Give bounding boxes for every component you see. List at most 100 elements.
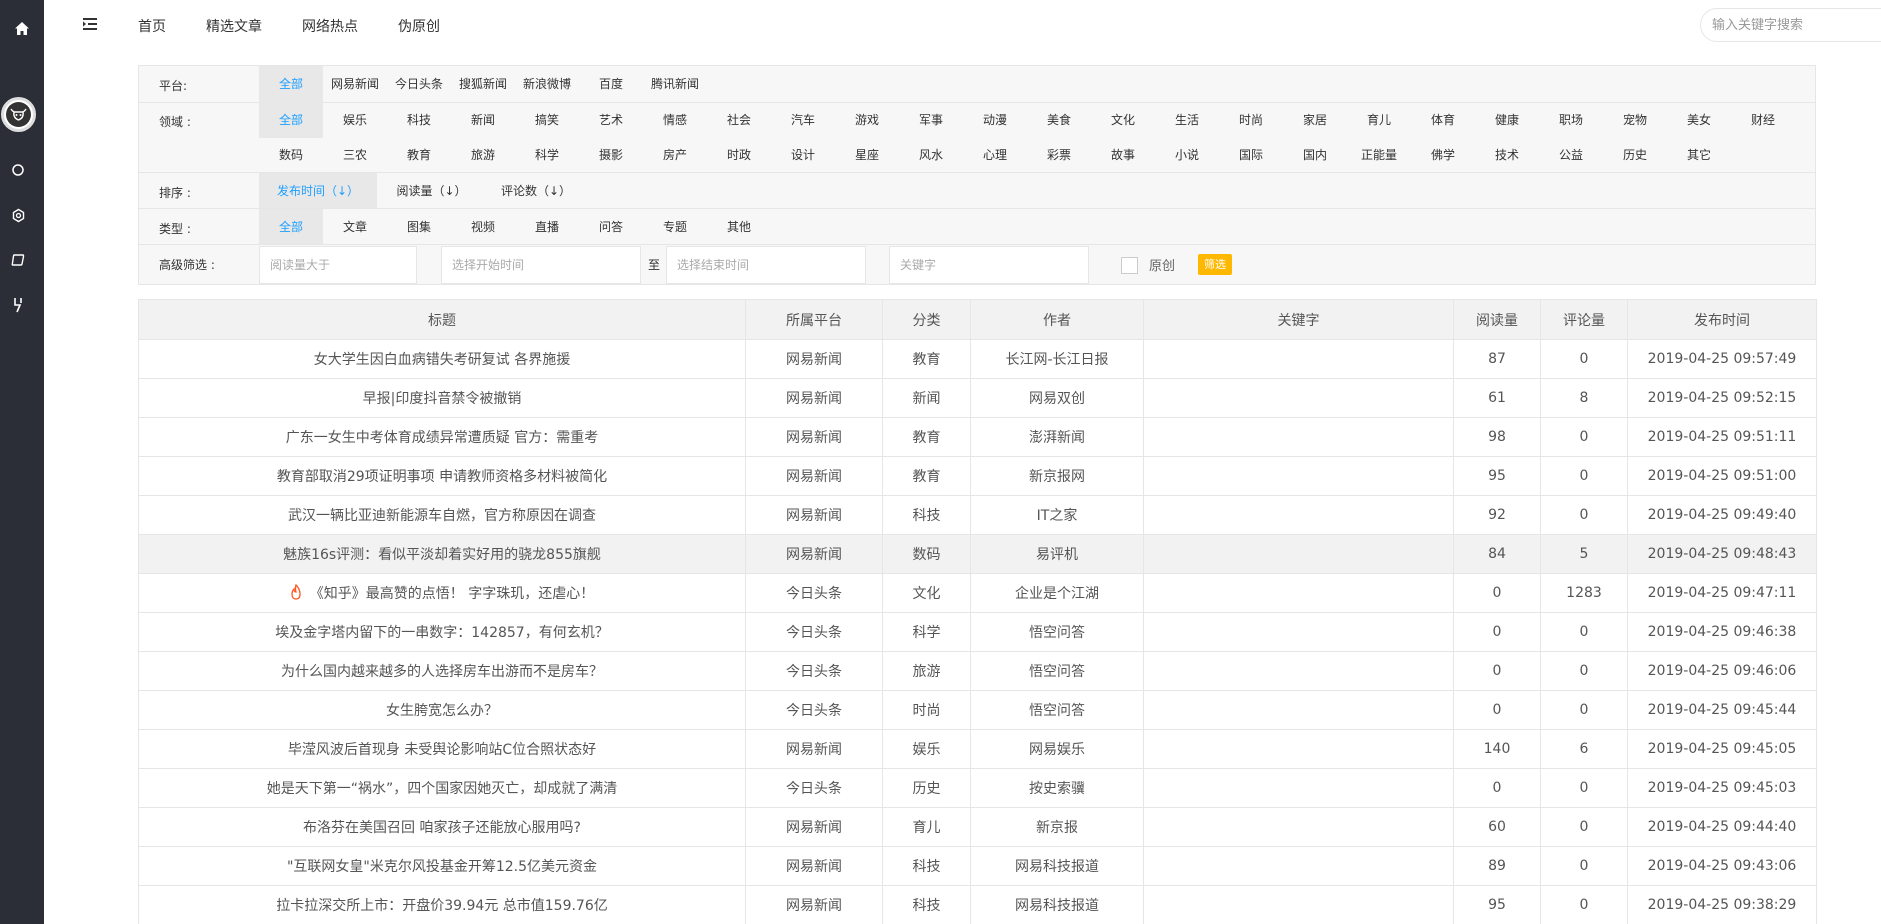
domain-option[interactable]: 国际: [1219, 137, 1283, 173]
domain-option[interactable]: 情感: [643, 102, 707, 138]
settings-icon[interactable]: [0, 205, 36, 225]
cell-title[interactable]: 埃及金字塔内留下的一串数字：142857，有何玄机？: [138, 612, 746, 652]
domain-option[interactable]: 文化: [1091, 102, 1155, 138]
domain-option[interactable]: 科学: [515, 137, 579, 173]
domain-option[interactable]: 健康: [1475, 102, 1539, 138]
cell-title[interactable]: 早报|印度抖音禁令被撤销: [138, 378, 746, 418]
start-time-input[interactable]: [441, 246, 641, 284]
domain-option[interactable]: 彩票: [1027, 137, 1091, 173]
type-option[interactable]: 视频: [451, 209, 515, 245]
nav-hot[interactable]: 网络热点: [302, 16, 358, 36]
domain-option[interactable]: 财经: [1731, 102, 1795, 138]
platform-option[interactable]: 新浪微博: [515, 66, 579, 102]
table-row[interactable]: 埃及金字塔内留下的一串数字：142857，有何玄机？ 今日头条 科学 悟空问答 0 0 20…: [138, 612, 1817, 652]
cell-title[interactable]: 教育部取消29项证明事项 申请教师资格多材料被简化: [138, 456, 746, 496]
type-option[interactable]: 图集: [387, 209, 451, 245]
table-row[interactable]: 拉卡拉深交所上市：开盘价39.94元 总市值159.76亿 网易新闻 科技 网易科技报…: [138, 885, 1817, 924]
type-option[interactable]: 其他: [707, 209, 771, 245]
domain-option[interactable]: 动漫: [963, 102, 1027, 138]
domain-option[interactable]: 科技: [387, 102, 451, 138]
domain-option[interactable]: 数码: [259, 137, 323, 173]
table-row[interactable]: "互联网女皇"米克尔风投基金开筹12.5亿美元资金 网易新闻 科技 网易科技报道 89 0…: [138, 846, 1817, 886]
table-row[interactable]: 布洛芬在美国召回 咱家孩子还能放心服用吗? 网易新闻 育儿 新京报 60 0 2019-04…: [138, 807, 1817, 847]
table-row[interactable]: 广东一女生中考体育成绩异常遭质疑 官方：需重考 网易新闻 教育 澎湃新闻 98 0 2019…: [138, 417, 1817, 457]
table-row[interactable]: 为什么国内越来越多的人选择房车出游而不是房车？ 今日头条 旅游 悟空问答 0 0 2019-…: [138, 651, 1817, 691]
avatar[interactable]: [1, 97, 36, 132]
table-row[interactable]: 毕滢风波后首现身 未受舆论影响站C位合照状态好 网易新闻 娱乐 网易娱乐 140 6 201…: [138, 729, 1817, 769]
cell-title[interactable]: 《知乎》最高赞的点悟！ 字字珠玑，还虐心！: [138, 573, 746, 613]
type-option[interactable]: 问答: [579, 209, 643, 245]
cell-title[interactable]: 拉卡拉深交所上市：开盘价39.94元 总市值159.76亿: [138, 885, 746, 924]
domain-option[interactable]: 体育: [1411, 102, 1475, 138]
table-row[interactable]: 早报|印度抖音禁令被撤销 网易新闻 新闻 网易双创 61 8 2019-04-25 09:5…: [138, 378, 1817, 418]
domain-option[interactable]: 其它: [1667, 137, 1731, 173]
cell-title[interactable]: 女大学生因白血病错失考研复试 各界施援: [138, 339, 746, 379]
domain-option[interactable]: 技术: [1475, 137, 1539, 173]
nav-home[interactable]: 首页: [138, 16, 166, 36]
platform-option[interactable]: 网易新闻: [323, 66, 387, 102]
platform-option[interactable]: 腾讯新闻: [643, 66, 707, 102]
domain-option[interactable]: 游戏: [835, 102, 899, 138]
domain-option[interactable]: 艺术: [579, 102, 643, 138]
cell-title[interactable]: 布洛芬在美国召回 咱家孩子还能放心服用吗?: [138, 807, 746, 847]
cell-title[interactable]: 广东一女生中考体育成绩异常遭质疑 官方：需重考: [138, 417, 746, 457]
domain-option[interactable]: 新闻: [451, 102, 515, 138]
platform-option[interactable]: 百度: [579, 66, 643, 102]
table-row[interactable]: 《知乎》最高赞的点悟！ 字字珠玑，还虐心！ 今日头条 文化 企业是个江湖 0 1283 20…: [138, 573, 1817, 613]
domain-option[interactable]: 汽车: [771, 102, 835, 138]
reads-input[interactable]: [259, 246, 417, 284]
domain-option[interactable]: 职场: [1539, 102, 1603, 138]
domain-option[interactable]: 星座: [835, 137, 899, 173]
type-option[interactable]: 全部: [259, 209, 323, 245]
domain-option[interactable]: 小说: [1155, 137, 1219, 173]
cell-title[interactable]: 毕滢风波后首现身 未受舆论影响站C位合照状态好: [138, 729, 746, 769]
domain-option[interactable]: 娱乐: [323, 102, 387, 138]
domain-option[interactable]: 历史: [1603, 137, 1667, 173]
domain-option[interactable]: 公益: [1539, 137, 1603, 173]
domain-option[interactable]: 三农: [323, 137, 387, 173]
domain-option[interactable]: 教育: [387, 137, 451, 173]
cell-title[interactable]: 女生胯宽怎么办？: [138, 690, 746, 730]
nav-featured[interactable]: 精选文章: [206, 16, 262, 36]
type-option[interactable]: 直播: [515, 209, 579, 245]
cell-title[interactable]: 为什么国内越来越多的人选择房车出游而不是房车？: [138, 651, 746, 691]
domain-option[interactable]: 设计: [771, 137, 835, 173]
platform-option[interactable]: 今日头条: [387, 66, 451, 102]
domain-option[interactable]: 时尚: [1219, 102, 1283, 138]
sort-option[interactable]: 评论数（↓）: [486, 173, 586, 209]
menu-toggle-icon[interactable]: [83, 17, 99, 31]
lightning-icon[interactable]: [0, 295, 36, 315]
nav-rewrite[interactable]: 伪原创: [398, 16, 440, 36]
domain-option[interactable]: 房产: [643, 137, 707, 173]
domain-option[interactable]: 正能量: [1347, 137, 1411, 173]
original-checkbox[interactable]: [1121, 257, 1138, 274]
domain-option[interactable]: 育儿: [1347, 102, 1411, 138]
domain-option[interactable]: 宠物: [1603, 102, 1667, 138]
keyword-input[interactable]: [889, 246, 1089, 284]
domain-option[interactable]: 家居: [1283, 102, 1347, 138]
search-input[interactable]: [1700, 8, 1881, 42]
domain-option[interactable]: 旅游: [451, 137, 515, 173]
cell-title[interactable]: 她是天下第一“祸水”，四个国家因她灭亡，却成就了满清: [138, 768, 746, 808]
table-row[interactable]: 她是天下第一“祸水”，四个国家因她灭亡，却成就了满清 今日头条 历史 按史索骥 0 0 20…: [138, 768, 1817, 808]
domain-option[interactable]: 故事: [1091, 137, 1155, 173]
table-row[interactable]: 女生胯宽怎么办？ 今日头条 时尚 悟空问答 0 0 2019-04-25 09:45:44: [138, 690, 1817, 730]
cell-title[interactable]: 《知乎》最高赞的点悟！ 字字珠玑，还虐心！: [310, 586, 594, 602]
filter-button[interactable]: 筛选: [1198, 254, 1232, 275]
domain-option[interactable]: 风水: [899, 137, 963, 173]
domain-option[interactable]: 社会: [707, 102, 771, 138]
domain-option[interactable]: 佛学: [1411, 137, 1475, 173]
table-row[interactable]: 教育部取消29项证明事项 申请教师资格多材料被简化 网易新闻 教育 新京报网 95 0 20…: [138, 456, 1817, 496]
cell-title[interactable]: 武汉一辆比亚迪新能源车自燃，官方称原因在调查: [138, 495, 746, 535]
table-row[interactable]: 女大学生因白血病错失考研复试 各界施援 网易新闻 教育 长江网-长江日报 87 0 2019…: [138, 339, 1817, 379]
domain-option[interactable]: 摄影: [579, 137, 643, 173]
chat-icon[interactable]: [0, 250, 36, 270]
table-row[interactable]: 武汉一辆比亚迪新能源车自燃，官方称原因在调查 网易新闻 科技 IT之家 92 0 2019-…: [138, 495, 1817, 535]
end-time-input[interactable]: [666, 246, 866, 284]
type-option[interactable]: 专题: [643, 209, 707, 245]
domain-option[interactable]: 军事: [899, 102, 963, 138]
domain-option[interactable]: 全部: [259, 102, 323, 138]
domain-option[interactable]: 国内: [1283, 137, 1347, 173]
domain-option[interactable]: 美女: [1667, 102, 1731, 138]
sort-option[interactable]: 发布时间（↓）: [259, 173, 377, 209]
